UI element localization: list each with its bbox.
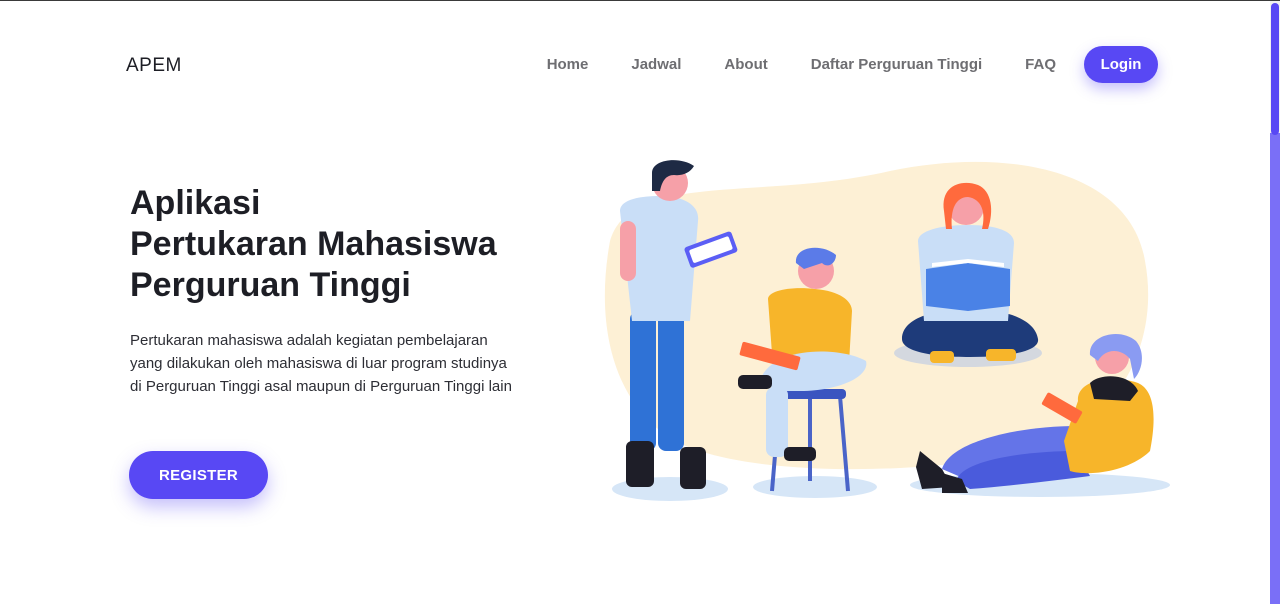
scrollbar-track-accent — [1270, 133, 1280, 604]
hero-title-line-2: Pertukaran Mahasiswa — [130, 225, 497, 263]
nav-link-daftar-perguruan-tinggi[interactable]: Daftar Perguruan Tinggi — [811, 56, 982, 73]
brand-logo[interactable]: APEM — [126, 55, 182, 77]
hero-title-line-1: Aplikasi — [130, 184, 261, 222]
hero-title-line-3: Perguruan Tinggi — [130, 266, 411, 304]
register-button[interactable]: REGISTER — [129, 451, 268, 499]
nav-link-about[interactable]: About — [724, 56, 767, 73]
hero-title: Aplikasi Pertukaran Mahasiswa Perguruan … — [130, 183, 497, 306]
nav-link-faq[interactable]: FAQ — [1025, 56, 1056, 73]
hero-description: Pertukaran mahasiswa adalah kegiatan pem… — [130, 332, 512, 395]
nav-links: Home Jadwal About Daftar Perguruan Tingg… — [547, 46, 1158, 83]
hero-illustration — [604, 160, 1170, 501]
login-button[interactable]: Login — [1084, 46, 1158, 83]
navbar: APEM Home Jadwal About Daftar Perguruan … — [0, 1, 1270, 129]
nav-link-jadwal[interactable]: Jadwal — [631, 56, 681, 73]
page-scrollbar[interactable] — [1270, 1, 1280, 604]
scrollbar-thumb[interactable] — [1271, 3, 1279, 135]
nav-link-home[interactable]: Home — [547, 56, 589, 73]
